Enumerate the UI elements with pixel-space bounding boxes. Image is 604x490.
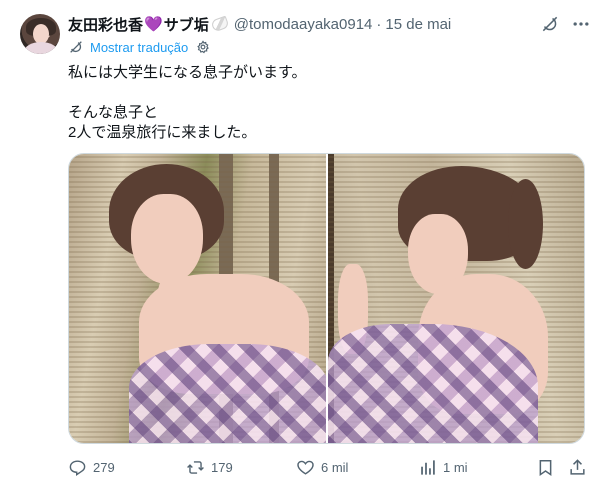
views-icon (421, 459, 435, 475)
tweet-text-line: 私には大学生になる息子がいます。 (68, 64, 307, 81)
tweet-text: 私には大学生になる息子がいます。 そんな息子と 2人で温泉旅行に来ました。 (68, 63, 588, 143)
heart-emoji: 💜 (144, 16, 163, 33)
repost-button[interactable]: 179 (186, 456, 233, 478)
grok-icon[interactable] (540, 14, 560, 34)
like-icon (297, 460, 314, 475)
more-icon[interactable] (571, 14, 591, 34)
separator-dot: · (376, 15, 382, 33)
tweet-text-line: そんな息子と (68, 104, 159, 121)
reply-icon (69, 459, 86, 476)
display-name[interactable]: 友田彩也香 (68, 14, 143, 35)
bookmark-button[interactable] (536, 456, 561, 478)
media-grid (68, 153, 585, 444)
repost-icon (187, 460, 204, 474)
post-date[interactable]: 15 de mai (385, 16, 451, 33)
photo-2[interactable] (327, 154, 584, 443)
share-button[interactable] (568, 456, 593, 478)
settings-icon[interactable] (196, 40, 210, 54)
tweet-text-line: 2人で温泉旅行に来ました。 (68, 124, 257, 141)
views-button[interactable]: 1 mi (418, 456, 468, 478)
author-handle[interactable]: @tomodaayaka0914 (234, 16, 373, 33)
author-row: 友田彩也香 💜 サブ垢 @tomodaayaka0914 · 15 de mai (68, 14, 451, 34)
translate-icon (68, 39, 84, 55)
action-bar: 279 179 6 mil 1 mi (68, 456, 590, 478)
translate-row: Mostrar tradução (68, 38, 210, 56)
reply-count: 279 (93, 459, 115, 475)
wing-emoji-icon (210, 15, 230, 33)
reply-button[interactable]: 279 (68, 456, 115, 478)
repost-count: 179 (211, 459, 233, 475)
like-button[interactable]: 6 mil (296, 456, 348, 478)
show-translation-link[interactable]: Mostrar tradução (90, 40, 188, 55)
display-name-suffix[interactable]: サブ垢 (164, 14, 209, 35)
share-icon (570, 458, 585, 475)
tweet[interactable]: 友田彩也香 💜 サブ垢 @tomodaayaka0914 · 15 de mai… (0, 0, 604, 490)
bookmark-icon (539, 459, 552, 476)
like-count: 6 mil (321, 459, 349, 475)
photo-1[interactable] (69, 154, 326, 443)
avatar[interactable] (20, 14, 60, 54)
views-count: 1 mi (443, 459, 468, 475)
